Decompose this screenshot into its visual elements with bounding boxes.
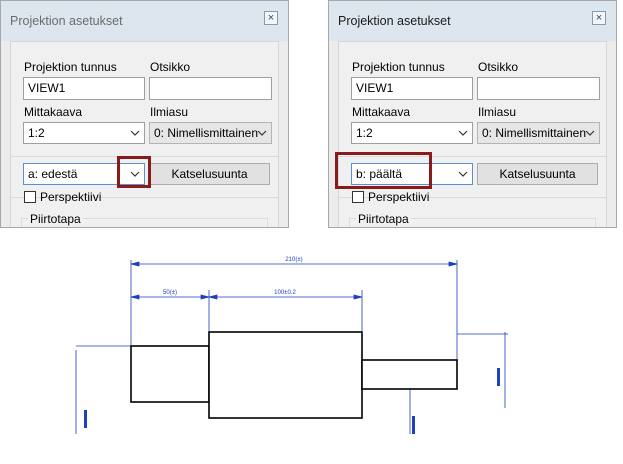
chevron-down-icon xyxy=(458,130,468,136)
scale-label: Mittakaava xyxy=(352,105,411,119)
chevron-down-icon xyxy=(458,171,468,177)
title-bar: Projektion asetukset × xyxy=(329,1,616,41)
perspective-label: Perspektiivi xyxy=(40,190,102,204)
projection-settings-dialog-left: Projektion asetukset × Projektion tunnus… xyxy=(0,0,289,228)
header-label: Otsikko xyxy=(478,60,519,74)
projection-id-label: Projektion tunnus xyxy=(352,60,445,74)
direction-value: a: edestä xyxy=(28,167,78,181)
style-value: 0: Nimellismittainen xyxy=(154,126,259,140)
projection-id-label: Projektion tunnus xyxy=(24,60,117,74)
header-label: Otsikko xyxy=(150,60,191,74)
projection-id-input[interactable]: VIEW1 xyxy=(351,77,473,100)
close-button[interactable]: × xyxy=(264,11,278,25)
dialog-title: Projektion asetukset xyxy=(10,14,123,28)
style-label: Ilmiasu xyxy=(478,105,517,119)
direction-select-highlight xyxy=(335,152,432,189)
dimension-mark xyxy=(84,410,87,428)
chevron-down-icon xyxy=(585,130,595,136)
dropdown-arrow-highlight xyxy=(117,156,151,188)
perspective-checkbox[interactable] xyxy=(352,191,364,203)
chevron-down-icon xyxy=(130,130,140,136)
style-value: 0: Nimellismittainen xyxy=(482,126,587,140)
projection-id-input[interactable]: VIEW1 xyxy=(23,77,145,100)
close-icon: × xyxy=(595,12,603,24)
perspective-checkbox[interactable] xyxy=(24,191,36,203)
projection-settings-dialog-right: Projektion asetukset × Projektion tunnus… xyxy=(328,0,617,228)
close-icon: × xyxy=(267,12,275,24)
scale-value: 1:2 xyxy=(356,126,373,140)
perspective-label: Perspektiivi xyxy=(368,190,430,204)
dimension-mark xyxy=(497,368,500,386)
scale-select[interactable]: 1:2 xyxy=(351,122,473,144)
dialog-title: Projektion asetukset xyxy=(338,14,451,28)
dimension-text-middle: 100±0.2 xyxy=(274,290,296,296)
close-button[interactable]: × xyxy=(592,11,606,25)
view-direction-button[interactable]: Katselusuunta xyxy=(477,163,598,185)
style-select[interactable]: 0: Nimellismittainen xyxy=(149,122,272,144)
view-direction-button[interactable]: Katselusuunta xyxy=(149,163,270,185)
shaft-left-section xyxy=(130,345,210,403)
shaft-middle-section xyxy=(208,331,363,419)
header-input[interactable] xyxy=(149,77,272,100)
dialog-body: Projektion tunnus VIEW1 Otsikko Mittakaa… xyxy=(338,41,607,227)
style-select[interactable]: 0: Nimellismittainen xyxy=(477,122,600,144)
scale-label: Mittakaava xyxy=(24,105,83,119)
dimension-text-total: 210(±) xyxy=(285,257,302,263)
shaft-drawing: 210(±) 50(±) 100±0.2 xyxy=(75,257,508,434)
draw-mode-label: Piirtotapa xyxy=(356,212,411,226)
draw-mode-label: Piirtotapa xyxy=(28,212,83,226)
shaft-right-section xyxy=(361,359,458,390)
shaft-outline xyxy=(130,331,458,419)
dialog-body: Projektion tunnus VIEW1 Otsikko Mittakaa… xyxy=(10,41,279,227)
header-input[interactable] xyxy=(477,77,600,100)
dimension-mark xyxy=(412,416,415,434)
chevron-down-icon xyxy=(257,130,267,136)
title-bar: Projektion asetukset × xyxy=(1,1,288,41)
scale-select[interactable]: 1:2 xyxy=(23,122,145,144)
dimension-text-left: 50(±) xyxy=(163,290,177,296)
style-label: Ilmiasu xyxy=(150,105,189,119)
scale-value: 1:2 xyxy=(28,126,45,140)
